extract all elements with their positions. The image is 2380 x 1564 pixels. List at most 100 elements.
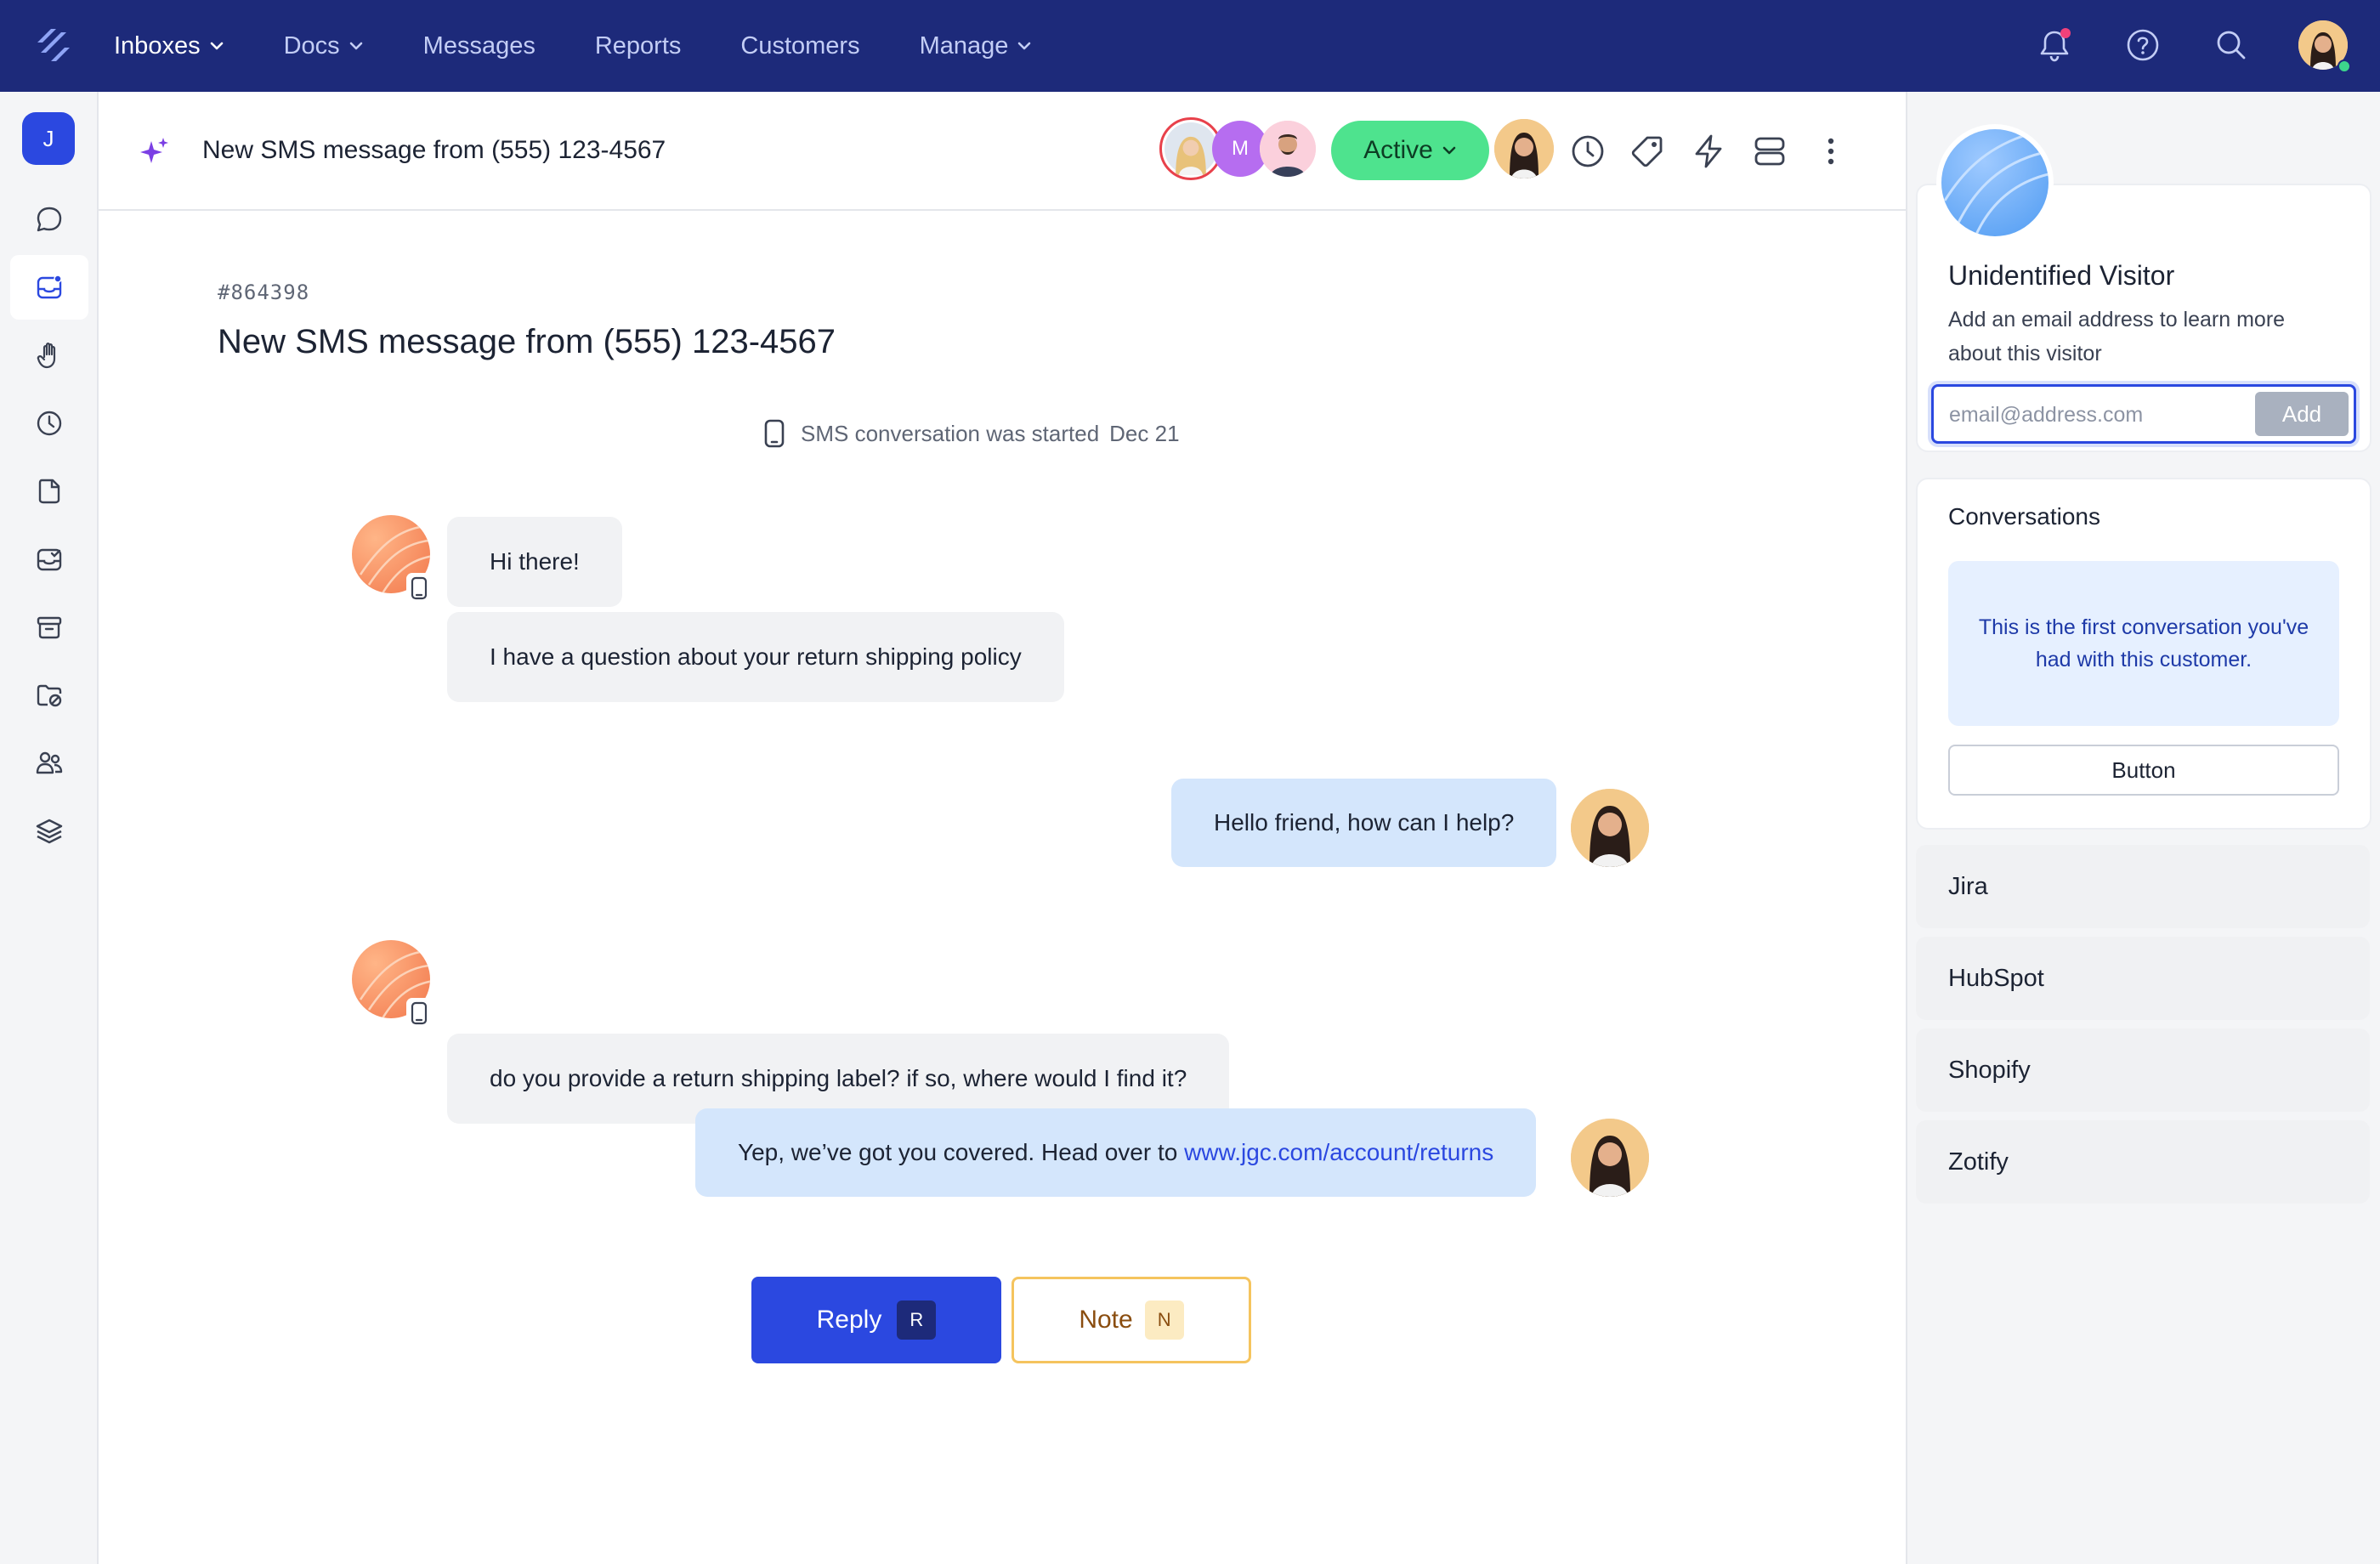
workspace-badge[interactable]: J [22, 112, 75, 165]
sidebar-item-customers[interactable] [10, 731, 88, 796]
email-field[interactable] [1949, 394, 2238, 436]
reply-shortcut-key: R [897, 1300, 937, 1340]
integration-hubspot[interactable]: HubSpot [1916, 937, 2370, 1020]
search-icon [2217, 31, 2246, 60]
sidebar-item-chats[interactable] [10, 187, 88, 252]
conversation-title: New SMS message from (555) 123-4567 [218, 323, 836, 360]
nav-inboxes[interactable]: Inboxes [114, 0, 224, 92]
phone-icon [764, 419, 785, 448]
nav-docs-label: Docs [283, 31, 340, 60]
agent-avatar-image [1571, 789, 1649, 867]
sidebar-item-archive[interactable] [10, 595, 88, 660]
assignee-avatar[interactable] [1494, 119, 1554, 178]
agent-avatar [1571, 789, 1649, 867]
agent-avatar [1571, 1119, 1649, 1197]
integration-zotify[interactable]: Zotify [1916, 1120, 2370, 1204]
search-button[interactable] [2212, 26, 2251, 65]
outgoing-message-bubble: Hello friend, how can I help? [1171, 779, 1557, 867]
note-shortcut-key: N [1144, 1300, 1184, 1340]
note-button[interactable]: Note N [1012, 1277, 1251, 1363]
phone-icon [411, 576, 428, 600]
sms-start-date: Dec 21 [1109, 420, 1180, 446]
status-label: Active [1363, 136, 1433, 164]
notifications-button[interactable] [2035, 26, 2074, 65]
chevron-down-icon [210, 42, 223, 50]
layout-toggle-button[interactable] [1751, 133, 1788, 170]
folder-block-icon [37, 684, 62, 707]
inbox-icon [37, 275, 62, 299]
participant-avatar-image [1260, 121, 1316, 177]
integration-jira[interactable]: Jira [1916, 845, 2370, 928]
snooze-button[interactable] [1569, 133, 1606, 170]
help-icon [2127, 29, 2159, 61]
conversation-id: #864398 [218, 280, 310, 304]
sidebar-item-spam[interactable] [10, 663, 88, 728]
sms-channel-badge [406, 998, 432, 1028]
participant-avatar-image [1164, 122, 1217, 175]
notification-dot [2060, 28, 2071, 38]
participant-avatar[interactable] [1260, 121, 1316, 177]
visitor-avatar-image [1941, 129, 2048, 236]
layers-icon [36, 819, 63, 844]
visitor-description: Add an email address to learn more about… [1948, 308, 2286, 366]
sidebar-item-drafts[interactable] [10, 459, 88, 524]
sms-start-event: SMS conversation was started Dec 21 [762, 415, 1180, 452]
tag-icon [1631, 136, 1663, 167]
nav-inboxes-label: Inboxes [114, 31, 201, 60]
incoming-message-bubble: I have a question about your return ship… [447, 612, 1064, 702]
visitor-avatar [1936, 124, 2054, 241]
nav-manage-label: Manage [919, 31, 1009, 60]
chevron-down-icon [349, 42, 362, 50]
app-logo-icon[interactable] [32, 24, 75, 66]
nav-messages-label: Messages [422, 31, 536, 60]
ai-sparkle-icon[interactable] [138, 134, 172, 168]
sidebar-item-snoozed[interactable] [10, 391, 88, 456]
more-options-button[interactable] [1812, 133, 1850, 170]
conversation-header: New SMS message from (555) 123-4567 M Ac… [99, 92, 1906, 211]
nav-customers[interactable]: Customers [740, 0, 859, 92]
clock-icon [1572, 135, 1604, 167]
nav-manage[interactable]: Manage [920, 0, 1033, 92]
conversations-card-button[interactable]: Button [1948, 745, 2339, 796]
sms-channel-badge [406, 573, 432, 604]
outgoing-message-text: Yep, we’ve got you covered. Head over to [738, 1139, 1178, 1165]
outgoing-message-bubble: Yep, we’ve got you covered. Head over to… [695, 1108, 1537, 1197]
lightning-icon [1695, 134, 1722, 168]
conversation-header-title: New SMS message from (555) 123-4567 [202, 136, 666, 164]
help-button[interactable] [2123, 26, 2162, 65]
sidebar-item-hand[interactable] [10, 323, 88, 388]
assignee-avatar-image [1494, 119, 1554, 178]
clock-icon [37, 411, 62, 436]
integration-shopify[interactable]: Shopify [1916, 1028, 2370, 1112]
nav-messages[interactable]: Messages [423, 0, 536, 92]
nav-reports-label: Reports [594, 31, 682, 60]
users-icon [36, 751, 63, 774]
visitor-name: Unidentified Visitor [1948, 260, 2175, 291]
nav-reports[interactable]: Reports [595, 0, 682, 92]
status-dropdown[interactable]: Active [1331, 121, 1489, 180]
conversation-main: New SMS message from (555) 123-4567 M Ac… [99, 92, 1906, 1564]
nav-docs[interactable]: Docs [284, 0, 364, 92]
sidebar-item-closed[interactable] [10, 527, 88, 592]
chevron-down-icon [1018, 42, 1031, 50]
reply-button[interactable]: Reply R [751, 1277, 1001, 1363]
add-email-button[interactable]: Add [2255, 392, 2349, 436]
tag-button[interactable] [1629, 133, 1666, 170]
more-vertical-icon [1828, 138, 1834, 165]
online-status-dot [2338, 60, 2351, 73]
sidebar-item-inbox[interactable] [10, 255, 88, 320]
agent-avatar-image [1571, 1119, 1649, 1197]
left-sidebar: J [0, 92, 99, 1564]
stack-icon [1754, 137, 1785, 166]
sidebar-item-layers[interactable] [10, 799, 88, 864]
document-icon [38, 479, 60, 504]
note-label: Note [1079, 1306, 1133, 1334]
automation-button[interactable] [1690, 133, 1727, 170]
hand-icon [37, 343, 56, 369]
returns-link[interactable]: www.jgc.com/account/returns [1184, 1139, 1493, 1166]
top-navigation: Inboxes Docs Messages Reports Customers … [0, 0, 2380, 92]
chevron-down-icon [1442, 146, 1456, 155]
incoming-message-bubble: Hi there! [447, 517, 622, 607]
phone-icon [411, 1001, 428, 1025]
first-conversation-notice: This is the first conversation you've ha… [1948, 561, 2339, 726]
